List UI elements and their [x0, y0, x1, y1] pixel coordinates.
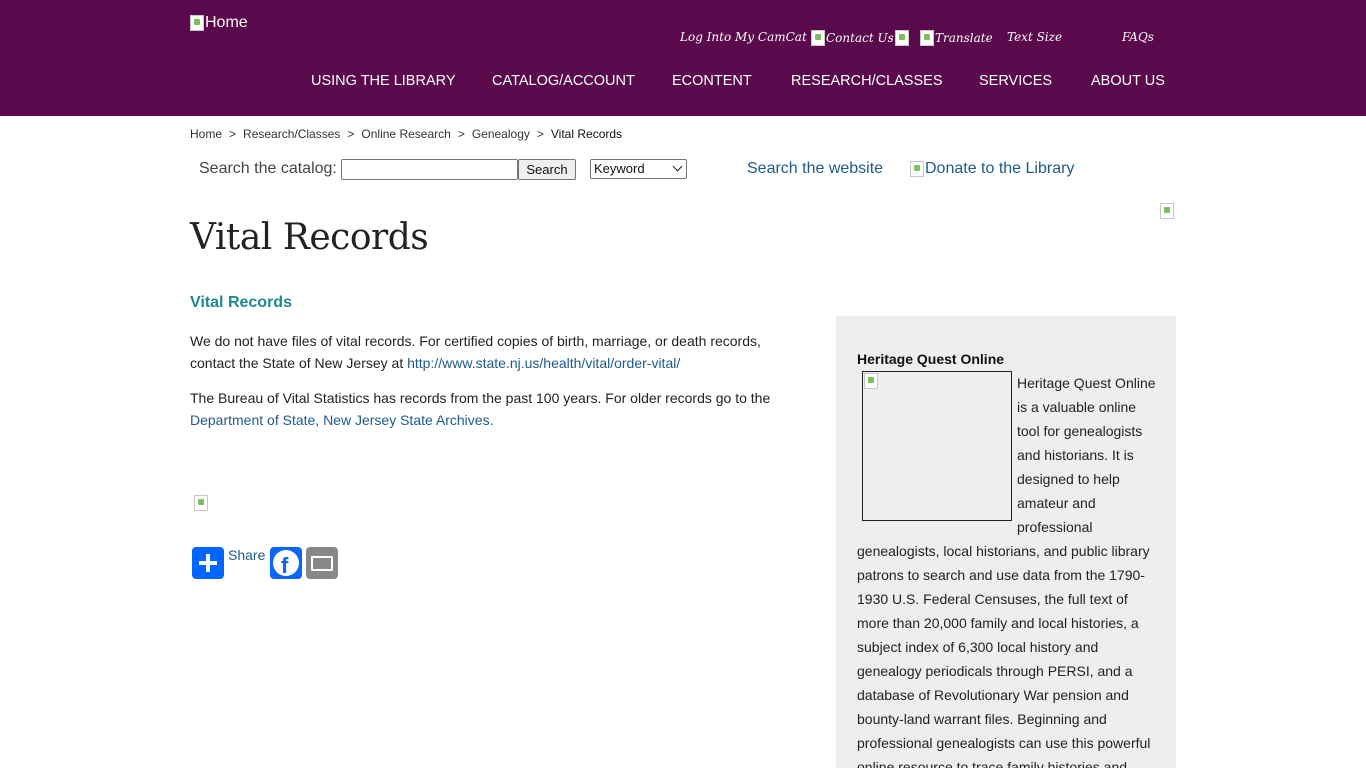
search-website-link[interactable]: Search the website [747, 160, 883, 178]
translate-link[interactable]: Translate [920, 30, 993, 46]
donate-image-icon [910, 161, 924, 177]
site-header: Home Log Into My CamCat Contact Us Trans… [0, 0, 1366, 116]
breadcrumb-research-classes[interactable]: Research/Classes [243, 127, 340, 141]
nav-using-the-library[interactable]: USING THE LIBRARY [311, 73, 456, 89]
breadcrumb-online-research[interactable]: Online Research [361, 127, 450, 141]
bureau-paragraph: The Bureau of Vital Statistics has recor… [190, 388, 800, 431]
breadcrumb-separator: > [457, 127, 465, 141]
contact-us-link[interactable]: Contact Us [811, 30, 910, 46]
page-title: Vital Records [190, 217, 429, 258]
donate-link[interactable]: Donate to the Library [910, 160, 1074, 178]
share-label[interactable]: Share [228, 547, 265, 563]
login-camcat-link[interactable]: Log Into My CamCat [680, 30, 807, 44]
catalog-search-label: Search the catalog: [199, 160, 337, 177]
text-size-link[interactable]: Text Size [1007, 30, 1062, 44]
email-icon[interactable] [306, 547, 338, 579]
breadcrumb-separator: > [347, 127, 355, 141]
facebook-f-glyph: f [281, 553, 289, 578]
search-type-select[interactable]: Keyword [590, 159, 687, 179]
nav-services[interactable]: SERVICES [979, 73, 1052, 89]
catalog-search-input[interactable] [341, 159, 518, 180]
image-float-spacer [857, 371, 1017, 523]
state-archives-link[interactable]: Department of State, New Jersey State Ar… [190, 412, 493, 428]
translate-icon [920, 30, 934, 46]
nav-about-us[interactable]: ABOUT US [1091, 73, 1165, 89]
catalog-search-button[interactable]: Search [518, 159, 576, 180]
sidebar-body: Heritage Quest Online is a valuable onli… [857, 371, 1162, 768]
breadcrumb: Home > Research/Classes > Online Researc… [190, 127, 622, 141]
breadcrumb-genealogy[interactable]: Genealogy [472, 127, 530, 141]
breadcrumb-home[interactable]: Home [190, 127, 222, 141]
home-logo-alt: Home [205, 14, 248, 31]
vital-records-paragraph: We do not have files of vital records. F… [190, 331, 800, 374]
contact-icon [811, 30, 825, 46]
broken-image-icon [1160, 203, 1174, 219]
search-type-value: Keyword [594, 161, 645, 176]
breadcrumb-current: Vital Records [550, 127, 623, 141]
section-heading: Vital Records [190, 294, 292, 311]
share-plus-icon[interactable] [192, 547, 224, 579]
paragraph-text: The Bureau of Vital Statistics has recor… [190, 390, 771, 406]
faqs-link[interactable]: FAQs [1122, 30, 1154, 44]
sidebar-title: Heritage Quest Online [857, 351, 1005, 367]
nj-vital-records-link[interactable]: http://www.state.nj.us/health/vital/orde… [407, 355, 680, 371]
donate-alt: Donate to the Library [925, 160, 1075, 177]
home-logo-link[interactable]: Home [190, 14, 248, 32]
contact-us-label: Contact Us [826, 31, 894, 45]
broken-image-icon [190, 15, 204, 31]
broken-image-icon [894, 30, 909, 46]
breadcrumb-separator: > [536, 127, 544, 141]
broken-image-icon [194, 495, 208, 511]
chevron-down-icon [672, 161, 683, 172]
translate-label: Translate [935, 31, 993, 45]
nav-research-classes[interactable]: RESEARCH/CLASSES [791, 73, 943, 89]
breadcrumb-separator: > [229, 127, 237, 141]
nav-econtent[interactable]: ECONTENT [672, 73, 752, 89]
nav-catalog-account[interactable]: CATALOG/ACCOUNT [492, 73, 635, 89]
facebook-icon[interactable]: f [270, 547, 302, 579]
envelope-shape [311, 556, 333, 571]
